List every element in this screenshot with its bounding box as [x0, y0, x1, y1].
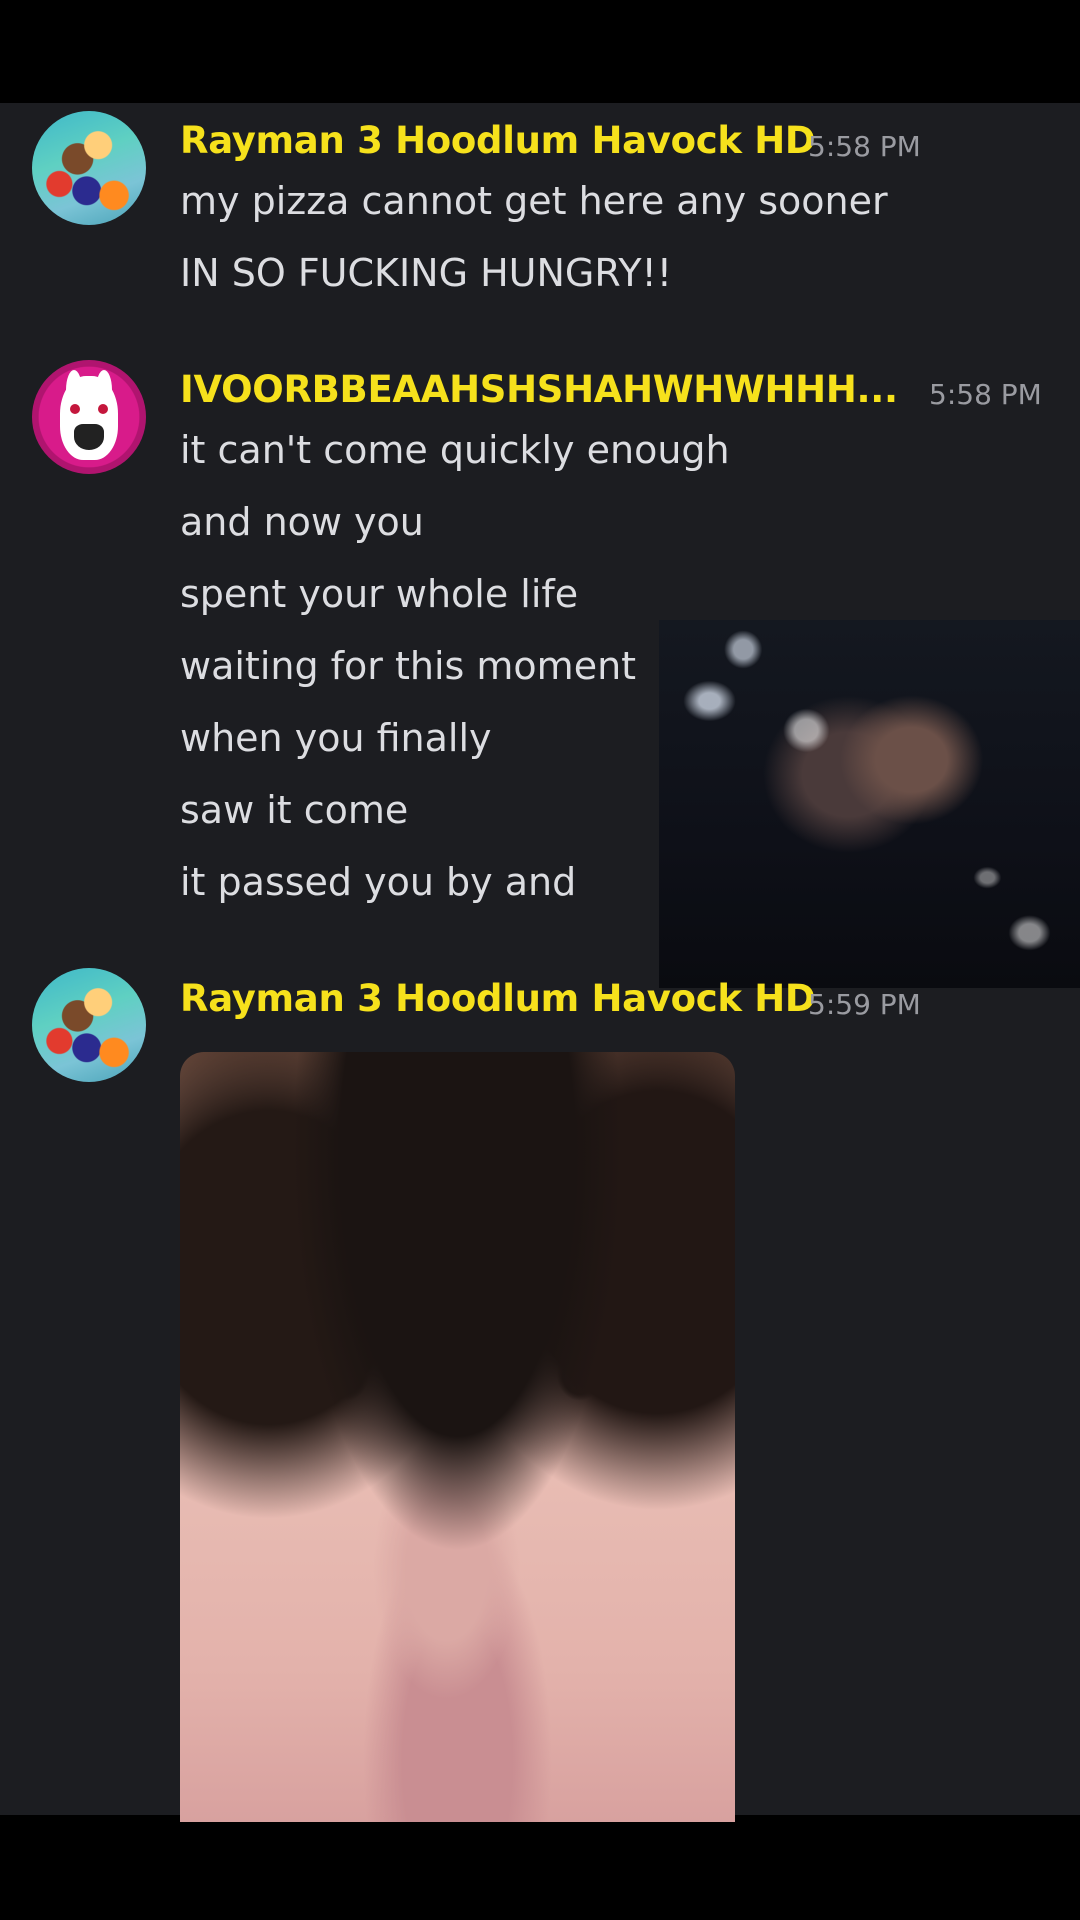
video-attachment[interactable]: [659, 620, 1080, 988]
username[interactable]: Rayman 3 Hoodlum Havock HD: [180, 977, 816, 1020]
message-text: it passed you by and: [180, 860, 577, 904]
timestamp: 5:59 PM: [808, 988, 921, 1021]
avatar[interactable]: [32, 111, 146, 225]
message-text: IN SO FUCKING HUNGRY!!: [180, 251, 673, 295]
message-text: it can't come quickly enough: [180, 428, 730, 472]
message-text: spent your whole life: [180, 572, 579, 616]
timestamp: 5:58 PM: [929, 378, 1042, 411]
username[interactable]: Rayman 3 Hoodlum Havock HD: [180, 119, 816, 162]
message-text: my pizza cannot get here any sooner: [180, 179, 888, 223]
timestamp: 5:58 PM: [808, 130, 921, 163]
message-text: and now you: [180, 500, 424, 544]
avatar[interactable]: [32, 968, 146, 1082]
app-screen: Rayman 3 Hoodlum Havock HD 5:58 PM my pi…: [0, 0, 1080, 1920]
avatar[interactable]: [32, 360, 146, 474]
message-text: waiting for this moment: [180, 644, 637, 688]
username[interactable]: IVOORBBEAAHSHSHAHWHWHHH...: [180, 368, 898, 411]
message-text: saw it come: [180, 788, 409, 832]
message-text: when you finally: [180, 716, 492, 760]
rabbid-face-icon: [60, 370, 118, 460]
image-attachment[interactable]: [180, 1052, 735, 1822]
